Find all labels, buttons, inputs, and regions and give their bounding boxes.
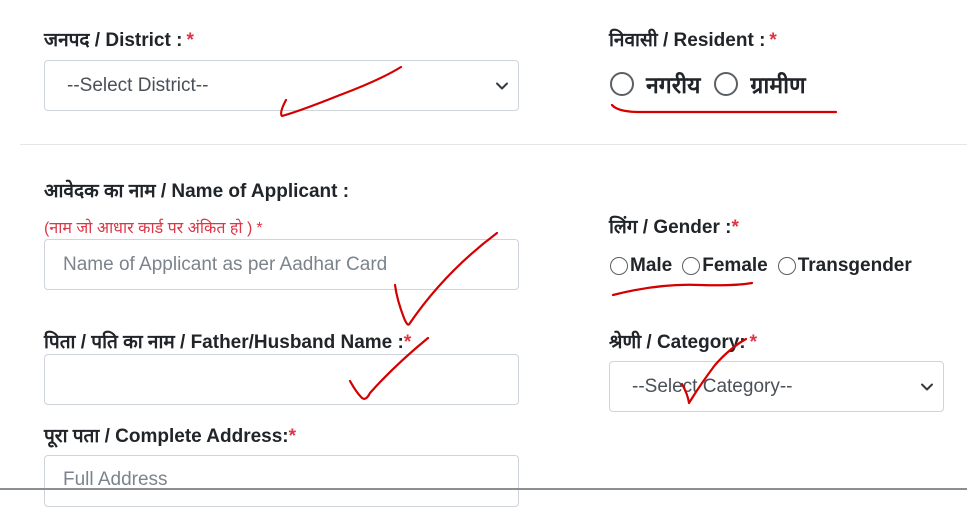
required-marker: *	[769, 30, 777, 51]
gender-option-female-label: Female	[702, 255, 768, 276]
gender-option-transgender[interactable]: Transgender	[777, 255, 912, 277]
gender-label-text: लिंग / Gender :	[609, 217, 732, 238]
address-textarea[interactable]	[44, 455, 519, 507]
chevron-down-icon	[496, 82, 508, 89]
applicant-note-text: (नाम जो आधार कार्ड पर अंकित हो )	[44, 220, 253, 237]
section-divider	[20, 144, 967, 145]
address-label: पूरा पता / Complete Address:*	[44, 422, 296, 448]
gender-option-male-label: Male	[630, 255, 673, 276]
gender-option-male[interactable]: Male	[610, 255, 672, 277]
required-marker: *	[749, 332, 758, 353]
required-marker: *	[288, 426, 297, 447]
radio-button[interactable]	[682, 257, 701, 275]
applicant-name-input[interactable]	[44, 239, 519, 290]
district-label-text: जनपद / District :	[44, 30, 183, 51]
district-label: जनपद / District : *	[44, 26, 194, 52]
gender-label: लिंग / Gender :*	[609, 213, 739, 239]
gender-option-transgender-label: Transgender	[797, 255, 912, 276]
resident-option-urban-label: नगरीय	[646, 72, 701, 98]
underline-annotation	[611, 281, 754, 297]
required-marker: *	[186, 30, 194, 51]
district-select-value: --Select District--	[67, 74, 209, 96]
required-marker: *	[403, 332, 412, 353]
father-name-label-text: पिता / पति का नाम / Father/Husband Name …	[44, 332, 404, 353]
radio-button[interactable]	[610, 72, 634, 96]
district-select[interactable]: --Select District--	[44, 60, 519, 111]
father-name-input[interactable]	[44, 354, 519, 405]
resident-label: निवासी / Resident : *	[609, 26, 777, 52]
required-marker: *	[731, 217, 739, 238]
address-label-text: पूरा पता / Complete Address:	[44, 426, 289, 447]
required-marker: *	[256, 220, 263, 237]
radio-button[interactable]	[777, 257, 796, 275]
radio-button[interactable]	[714, 72, 739, 96]
applicant-note: (नाम जो आधार कार्ड पर अंकित हो ) *	[44, 216, 263, 238]
chevron-down-icon	[921, 383, 933, 390]
resident-radio-group: नगरीय ग्रामीण	[610, 68, 806, 100]
gender-radio-group: Male Female Transgender	[610, 255, 912, 277]
gender-option-female[interactable]: Female	[682, 255, 768, 277]
resident-option-rural-label: ग्रामीण	[750, 72, 806, 98]
radio-button[interactable]	[610, 257, 628, 275]
category-select[interactable]: --Select Category--	[609, 361, 944, 412]
father-name-label: पिता / पति का नाम / Father/Husband Name …	[44, 328, 411, 354]
category-select-value: --Select Category--	[632, 375, 793, 397]
underline-annotation	[610, 103, 838, 114]
applicant-label: आवेदक का नाम / Name of Applicant :	[44, 181, 350, 202]
resident-option-urban[interactable]: नगरीय	[610, 68, 700, 100]
resident-option-rural[interactable]: ग्रामीण	[714, 68, 806, 100]
category-label: श्रेणी / Category: *	[609, 328, 757, 354]
category-label-text: श्रेणी / Category:	[609, 332, 746, 353]
resident-label-text: निवासी / Resident :	[609, 30, 766, 51]
